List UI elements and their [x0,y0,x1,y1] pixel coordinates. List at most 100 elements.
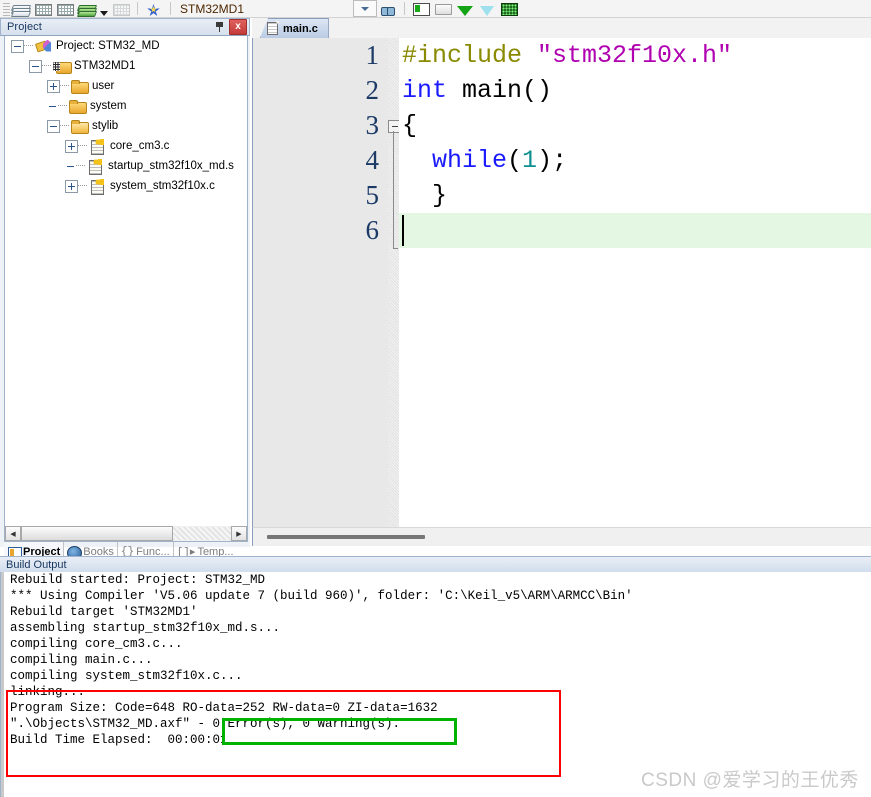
book-stack-icon[interactable] [10,1,32,17]
code-line[interactable] [399,213,871,248]
grid-icon[interactable] [32,1,54,17]
tree-connector [42,65,51,67]
build-output-line: Rebuild started: Project: STM32_MD [10,573,266,587]
tree-connector [78,185,87,187]
line-number: 4 [365,145,380,175]
build-output-line: *** Using Compiler 'V5.06 update 7 (buil… [10,589,633,603]
code-area[interactable]: #include "stm32f10x.h" int main(){ while(… [399,38,871,527]
code-token: 1 [522,146,538,175]
tree-connector [24,45,33,47]
code-token: #include [402,41,538,70]
editor-hscroll-thumb[interactable] [267,535,425,539]
project-panel: Project x Project: STM32_MD STM32MD1 user s… [0,18,250,562]
target-name-label: STM32MD1 [180,2,245,16]
editor-tab-label: main.c [283,22,318,35]
code-token: ( [507,146,523,175]
window-icon[interactable] [432,1,454,17]
code-token: } [402,181,448,210]
document-icon [267,21,279,35]
expand-plus-icon[interactable] [65,179,78,193]
target-icon [53,59,72,74]
tree-item-label: STM32MD1 [74,60,136,72]
project-panel-title: Project [7,21,42,33]
fold-range-line [393,131,394,248]
line-number: 5 [365,180,380,210]
build-output-rail [1,572,4,797]
project-tree[interactable]: Project: STM32_MD STM32MD1 user system styli… [4,36,248,527]
code-token: main() [447,76,553,105]
expand-plus-icon[interactable] [47,79,60,93]
hscroll-thumb[interactable] [21,526,173,541]
line-number: 6 [365,215,380,245]
binoculars-icon[interactable] [377,1,399,17]
collapse-minus-icon[interactable] [11,39,24,53]
code-line[interactable]: } [399,178,871,213]
tree-item[interactable]: STM32MD1 [5,56,247,76]
code-line[interactable]: #include "stm32f10x.h" [399,38,871,73]
close-icon[interactable]: x [229,19,247,35]
target-dropdown-caret-icon[interactable] [353,0,378,17]
source-file-icon [89,138,106,155]
folder-icon [69,99,87,114]
panes-icon[interactable] [410,1,432,17]
tab-main-c[interactable]: main.c [260,18,329,38]
collapse-minus-icon[interactable] [29,59,42,73]
tree-item[interactable]: stylib [5,116,247,136]
editor-hscrollbar[interactable] [252,527,871,546]
line-number: 1 [365,40,380,70]
tree-item-label: stylib [92,120,119,132]
build-output-line: Program Size: Code=648 RO-data=252 RW-da… [10,701,438,715]
collapse-minus-icon[interactable] [47,119,60,133]
line-number-gutter: 1 2 3 4 5 6 [253,38,388,527]
code-line[interactable]: int main() [399,73,871,108]
toolbar-separator-1 [137,2,138,15]
build-output-line: assembling startup_stm32f10x_md.s... [10,621,281,635]
tree-spacer [65,161,76,172]
tree-item[interactable]: startup_stm32f10x_md.s [5,156,247,176]
pin-icon[interactable] [212,20,227,34]
editor-tabstrip: main.c [252,18,871,39]
scroll-left-arrow-icon[interactable]: ◀ [5,526,21,541]
code-token: ); [537,146,568,175]
scroll-right-arrow-icon[interactable]: ▶ [231,526,247,541]
folder-open-icon [71,119,89,134]
blue-star-icon[interactable] [143,1,165,17]
green-triangle-icon[interactable] [454,1,476,17]
tree-item-label: core_cm3.c [110,140,170,152]
tree-item[interactable]: user [5,76,247,96]
code-line[interactable]: while(1); [399,143,871,178]
tree-item[interactable]: core_cm3.c [5,136,247,156]
grid-disabled-icon [110,1,132,17]
cyan-funnel-icon[interactable] [476,1,498,17]
grid-icon-2[interactable] [54,1,76,17]
build-output-line: compiling system_stm32f10x.c... [10,669,243,683]
editor-body[interactable]: 123456 #include "stm32f10x.h" int main(){… [252,38,871,527]
tree-item-label: Project: STM32_MD [56,40,160,52]
tree-connector [60,125,69,127]
main-toolbar: STM32MD1 [0,0,871,18]
build-output-title: Build Output [6,559,67,571]
build-output-line: compiling core_cm3.c... [10,637,183,651]
line-number: 3 [365,110,380,140]
code-line[interactable]: { [399,108,871,143]
code-folding-column[interactable] [388,38,401,527]
tree-item[interactable]: system [5,96,247,116]
source-file-icon [87,158,104,175]
project-tree-hscrollbar[interactable]: ◀ ▶ [4,526,248,542]
watermark: CSDN @爱学习的王优秀 [641,770,859,791]
code-token: { [402,111,418,140]
keil-uvision-window: STM32MD1 Project x Project: STM32_MD STM3… [0,0,871,797]
toolbar-grip[interactable] [3,3,10,17]
green-stack-icon[interactable] [76,1,98,17]
build-output-body[interactable]: Rebuild started: Project: STM32_MD *** Us… [0,572,871,797]
tree-item[interactable]: Project: STM32_MD [5,36,247,56]
expand-plus-icon[interactable] [65,139,78,153]
tree-item[interactable]: system_stm32f10x.c [5,176,247,196]
dropdown-arrow-icon[interactable] [98,1,110,17]
hscroll-track[interactable] [173,527,231,540]
tree-spacer [47,101,58,112]
code-token: int [402,76,448,105]
build-output-line: compiling main.c... [10,653,153,667]
line-number: 2 [365,75,380,105]
speckle-icon[interactable] [498,1,520,17]
